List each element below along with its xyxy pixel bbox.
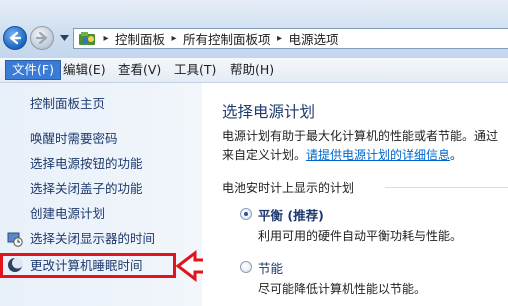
task-wake-password[interactable]: 唤醒时需要密码 — [30, 131, 118, 147]
page-title: 选择电源计划 — [222, 103, 316, 121]
task-power-button[interactable]: 选择电源按钮的功能 — [30, 156, 143, 172]
description-line-1: 电源计划有助于最大化计算机的性能或者节能。通过 — [222, 129, 499, 143]
address-area: ▸ 控制面板 ▸ 所有控制面板项 ▸ 电源选项 — [0, 0, 508, 58]
menu-view[interactable]: 查看(V) — [112, 60, 167, 80]
recent-pages-dropdown-icon[interactable] — [60, 35, 69, 41]
description-suffix: 。 — [450, 148, 463, 162]
control-panel-icon — [79, 32, 95, 45]
menu-edit[interactable]: 编辑(E) — [57, 60, 112, 80]
power-saver-plan-description: 尽可能降低计算机性能以节能。 — [258, 282, 427, 296]
menu-file[interactable]: 文件(F) — [5, 60, 61, 80]
breadcrumb-separator-icon: ▸ — [103, 33, 109, 44]
menu-help[interactable]: 帮助(H) — [224, 60, 280, 80]
description-prefix: 来自定义计划。 — [222, 148, 307, 162]
breadcrumb-all-items[interactable]: 所有控制面板项 — [181, 29, 273, 48]
breadcrumb-power-options[interactable]: 电源选项 — [287, 29, 341, 48]
forward-button[interactable] — [30, 26, 54, 50]
plan-details-link[interactable]: 请提供电源计划的详细信息 — [306, 148, 450, 162]
task-display-off[interactable]: 选择关闭显示器的时间 — [30, 231, 155, 247]
breadcrumb-separator-icon[interactable]: ▸ — [273, 33, 287, 44]
main-content: 选择电源计划 电源计划有助于最大化计算机的性能或者节能。通过 来自定义计划。请提… — [203, 83, 508, 306]
task-create-plan[interactable]: 创建电源计划 — [30, 206, 105, 222]
balanced-plan-description: 利用可用的硬件自动平衡功耗与性能。 — [258, 229, 463, 243]
task-close-lid[interactable]: 选择关闭盖子的功能 — [30, 181, 143, 197]
description: 电源计划有助于最大化计算机的性能或者节能。通过 来自定义计划。请提供电源计划的详… — [222, 127, 508, 165]
power-saver-plan-radio[interactable] — [240, 261, 252, 273]
description-line-2: 来自定义计划。请提供电源计划的详细信息。 — [222, 146, 508, 165]
breadcrumb-separator-icon[interactable]: ▸ — [167, 33, 181, 44]
breadcrumb-control-panel[interactable]: 控制面板 — [113, 29, 167, 48]
arrow-right-icon — [35, 31, 48, 45]
highlight-box — [0, 253, 176, 278]
control-panel-home-link[interactable]: 控制面板主页 — [30, 96, 105, 112]
balanced-plan-label[interactable]: 平衡 (推荐) — [258, 205, 324, 224]
menu-tools[interactable]: 工具(T) — [168, 60, 222, 80]
arrow-left-icon — [9, 31, 22, 45]
balanced-plan-radio[interactable] — [240, 208, 252, 220]
address-bar[interactable]: ▸ 控制面板 ▸ 所有控制面板项 ▸ 电源选项 — [73, 28, 508, 49]
back-button[interactable] — [3, 26, 27, 50]
menu-bar: 文件(F) 编辑(E) 查看(V) 工具(T) 帮助(H) — [0, 58, 508, 83]
section-heading: 电池安时计上显示的计划 — [222, 181, 355, 195]
power-saver-plan-label[interactable]: 节能 — [258, 258, 283, 277]
section-divider — [385, 187, 508, 188]
display-clock-icon — [7, 232, 23, 247]
